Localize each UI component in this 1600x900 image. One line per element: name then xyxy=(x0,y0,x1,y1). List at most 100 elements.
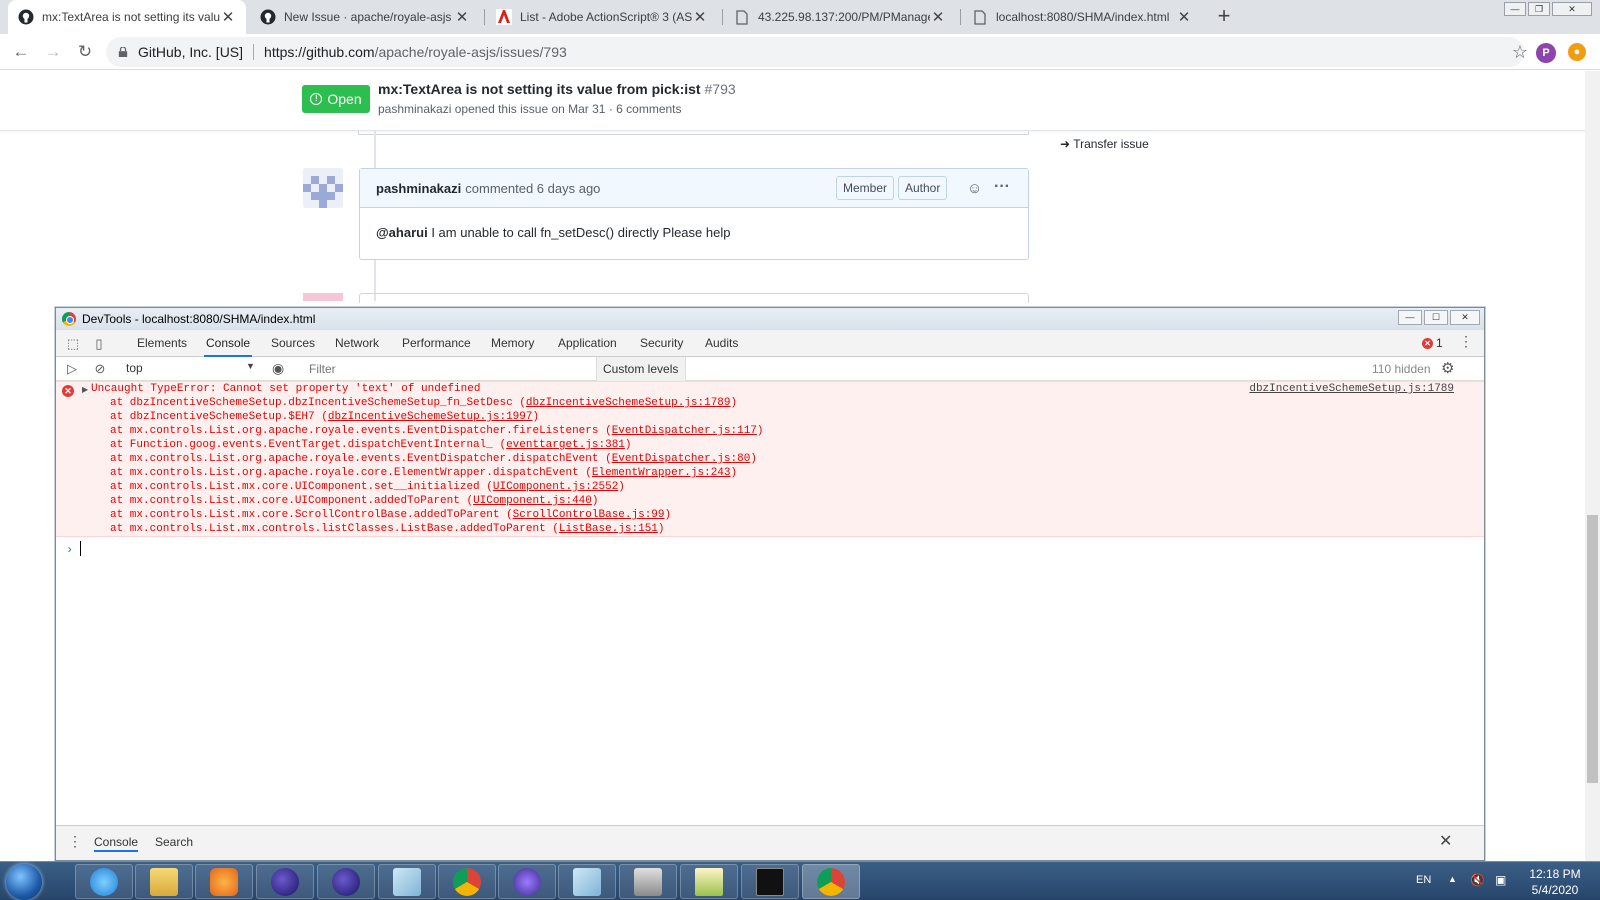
tab-audits[interactable]: Audits xyxy=(703,330,740,357)
close-icon[interactable]: ✕ xyxy=(454,8,470,26)
taskbar-app-button[interactable] xyxy=(619,864,677,899)
close-icon[interactable]: ✕ xyxy=(1439,831,1452,851)
kebab-vertical-icon[interactable]: ⋮ xyxy=(68,833,82,850)
close-window-button[interactable]: ✕ xyxy=(1552,2,1592,16)
restore-window-button[interactable]: ❐ xyxy=(1528,2,1550,16)
error-counter[interactable]: ✕ 1 xyxy=(1422,336,1443,350)
new-tab-button[interactable]: + xyxy=(1212,5,1236,29)
stack-frame-link[interactable]: UIComponent.js:440 xyxy=(473,495,592,507)
stack-frame-link[interactable]: EventDispatcher.js:117 xyxy=(612,425,757,437)
tab-network[interactable]: Network xyxy=(333,330,381,357)
taskbar-app-button[interactable] xyxy=(256,864,314,899)
clock-date: 5/4/2020 xyxy=(1531,883,1579,897)
stack-frame-link[interactable]: UIComponent.js:2552 xyxy=(493,481,618,493)
browser-tab-new-issue[interactable]: New Issue · apache/royale-asjs ✕ xyxy=(250,0,480,34)
minimize-window-button[interactable]: — xyxy=(1504,2,1526,16)
sidebar-toggle-icon[interactable]: ▷ xyxy=(64,361,80,377)
taskbar-app-button[interactable] xyxy=(498,864,556,899)
document-icon xyxy=(972,9,988,25)
drawer-tab-search[interactable]: Search xyxy=(155,835,193,849)
profile-avatar[interactable]: P xyxy=(1536,43,1556,63)
taskbar-app-button[interactable] xyxy=(680,864,738,899)
volume-muted-icon[interactable]: 🔇 xyxy=(1470,873,1485,887)
browser-tab-issue[interactable]: mx:TextArea is not setting its valu ✕ xyxy=(8,0,246,34)
clock-time: 12:18 PM xyxy=(1529,867,1581,881)
close-icon[interactable]: ✕ xyxy=(220,8,236,26)
close-window-button[interactable]: ✕ xyxy=(1450,310,1480,325)
page-scrollbar[interactable] xyxy=(1585,71,1600,861)
bookmark-star-icon[interactable]: ☆ xyxy=(1512,42,1528,63)
devtools-drawer: ⋮ Console Search ✕ xyxy=(56,825,1484,860)
stack-frame-link[interactable]: ListBase.js:151 xyxy=(559,523,658,535)
log-levels-dropdown[interactable]: Custom levels ▾ xyxy=(596,357,686,400)
stack-frame-link[interactable]: eventtarget.js:381 xyxy=(506,439,625,451)
close-icon[interactable]: ✕ xyxy=(1176,8,1192,26)
comment-author[interactable]: pashminakazi xyxy=(376,181,461,196)
context-selector[interactable]: top xyxy=(126,361,257,377)
stack-frame: at mx.controls.List.org.apache.royale.co… xyxy=(110,467,738,479)
taskbar-app-button[interactable] xyxy=(195,864,253,899)
minimize-window-button[interactable]: — xyxy=(1398,310,1422,325)
taskbar-app-button[interactable] xyxy=(438,864,496,899)
tab-memory[interactable]: Memory xyxy=(489,330,536,357)
tab-sources[interactable]: Sources xyxy=(269,330,317,357)
tab-security[interactable]: Security xyxy=(638,330,685,357)
tray-expand-icon[interactable]: ▲ xyxy=(1448,874,1457,884)
taskbar-app-button[interactable] xyxy=(378,864,436,899)
close-icon[interactable]: ✕ xyxy=(930,8,946,26)
kebab-horizontal-icon[interactable]: ··· xyxy=(994,178,1010,196)
language-indicator[interactable]: EN xyxy=(1416,874,1431,886)
error-source-link[interactable]: dbzIncentiveSchemeSetup.js:1789 xyxy=(1249,383,1454,395)
console-output[interactable]: ✕ ▶ Uncaught TypeError: Cannot set prope… xyxy=(56,381,1484,821)
inspect-element-icon[interactable]: ⬚ xyxy=(65,336,81,352)
stack-frame-link[interactable]: dbzIncentiveSchemeSetup.js:1789 xyxy=(526,397,731,409)
filter-input[interactable] xyxy=(303,360,595,378)
devtools-tab-bar: ⬚ ▯ Elements Console Sources Network Per… xyxy=(56,330,1484,357)
taskbar-app-button[interactable] xyxy=(75,864,133,899)
console-input-caret[interactable] xyxy=(80,541,81,556)
smiley-icon[interactable]: ☺ xyxy=(967,180,982,197)
address-bar[interactable]: GitHub, Inc. [US] https://github.com/apa… xyxy=(106,37,1524,67)
drawer-tab-console[interactable]: Console xyxy=(94,835,139,852)
network-icon[interactable]: ▣ xyxy=(1495,873,1506,887)
eye-icon[interactable]: ◉ xyxy=(272,360,284,377)
document-icon xyxy=(734,9,750,25)
taskbar-app-button[interactable] xyxy=(317,864,375,899)
extension-icon[interactable]: ● xyxy=(1568,43,1586,61)
clear-console-icon[interactable]: ⊘ xyxy=(92,361,108,377)
maximize-window-button[interactable]: ☐ xyxy=(1424,310,1448,325)
close-icon[interactable]: ✕ xyxy=(692,8,708,26)
forward-icon[interactable]: → xyxy=(42,41,64,63)
avatar[interactable] xyxy=(303,168,343,208)
clock[interactable]: 12:18 PM 5/4/2020 xyxy=(1520,866,1590,898)
device-toolbar-icon[interactable]: ▯ xyxy=(91,336,107,352)
kebab-vertical-icon[interactable]: ⋮ xyxy=(1459,333,1473,350)
back-icon[interactable]: ← xyxy=(10,41,32,63)
taskbar-app-button[interactable] xyxy=(135,864,193,899)
tab-title: New Issue · apache/royale-asjs xyxy=(284,10,452,24)
avatar[interactable] xyxy=(303,293,343,301)
comment-timestamp[interactable]: commented 6 days ago xyxy=(465,181,600,196)
user-mention[interactable]: @aharui xyxy=(376,225,428,240)
taskbar-app-button[interactable] xyxy=(741,864,799,899)
tab-application[interactable]: Application xyxy=(556,330,619,357)
reload-icon[interactable]: ↻ xyxy=(74,41,96,63)
browser-tab-adobe[interactable]: List - Adobe ActionScript® 3 (AS ✕ xyxy=(486,0,718,34)
browser-tab-pmanager[interactable]: 43.225.98.137:200/PM/PManager ✕ xyxy=(724,0,956,34)
stack-frame-link[interactable]: ElementWrapper.js:243 xyxy=(592,467,731,479)
stack-frame-link[interactable]: dbzIncentiveSchemeSetup.js:1997 xyxy=(328,411,533,423)
previous-comment-box xyxy=(358,131,1029,135)
tab-performance[interactable]: Performance xyxy=(400,330,473,357)
tab-console[interactable]: Console xyxy=(204,330,253,357)
taskbar-app-button[interactable] xyxy=(802,864,860,899)
issue-author-link[interactable]: pashminakazi xyxy=(378,102,451,116)
taskbar-app-button[interactable] xyxy=(558,864,616,899)
stack-frame-link[interactable]: EventDispatcher.js:80 xyxy=(612,453,751,465)
gear-icon[interactable]: ⚙ xyxy=(1441,359,1454,377)
transfer-issue-link[interactable]: ➜ Transfer issue xyxy=(1060,137,1149,151)
expand-triangle-icon[interactable]: ▶ xyxy=(82,385,88,395)
tab-elements[interactable]: Elements xyxy=(135,330,189,357)
stack-frame-link[interactable]: ScrollControlBase.js:99 xyxy=(513,509,665,521)
browser-tab-localhost[interactable]: localhost:8080/SHMA/index.html ✕ xyxy=(962,0,1202,34)
start-button[interactable] xyxy=(6,864,42,900)
